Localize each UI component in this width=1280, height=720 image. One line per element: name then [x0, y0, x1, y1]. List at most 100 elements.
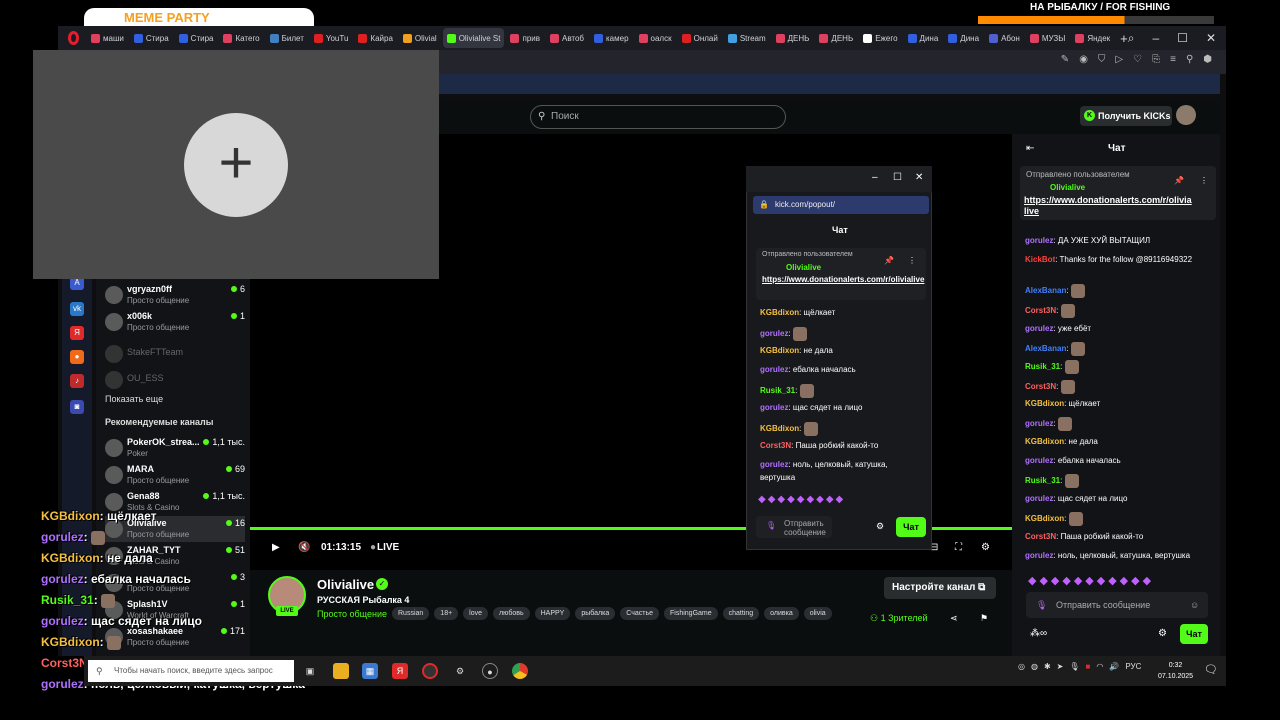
tag-chip[interactable]: olivia	[803, 607, 832, 620]
chat-username[interactable]: KickBot	[1025, 255, 1055, 264]
file-explorer-icon[interactable]	[333, 663, 349, 679]
maximize-icon[interactable]: ☐	[1177, 31, 1188, 46]
chat-username[interactable]: Rusik_31	[1025, 362, 1060, 371]
camera-icon[interactable]: ◉	[1079, 54, 1088, 65]
browser-tab[interactable]: Дина	[904, 28, 943, 48]
chat-username[interactable]: gorulez	[760, 329, 788, 338]
browser-tab[interactable]: Катего	[219, 28, 263, 48]
chat-username[interactable]: KGBdixon	[1025, 399, 1064, 408]
red-app-icon[interactable]: ■	[1086, 662, 1091, 671]
popout-send-input[interactable]: 🎙 Отправить сообщение	[756, 516, 832, 538]
menu-icon[interactable]: ≡	[1170, 54, 1176, 65]
pinned-link[interactable]: https://www.donationalerts.com/r/olivia …	[1024, 195, 1192, 217]
popout-pinned-user[interactable]: Olivialive	[786, 263, 821, 272]
discord-icon[interactable]: ◙	[70, 400, 84, 414]
chat-username[interactable]: gorulez	[760, 460, 788, 469]
popout-minimize-icon[interactable]: –	[872, 172, 878, 183]
browser-tab[interactable]: Билет	[266, 28, 308, 48]
add-plus-icon[interactable]: +	[184, 113, 288, 217]
browser-tab[interactable]: МУЗЫ	[1026, 28, 1069, 48]
tag-chip[interactable]: 18+	[434, 607, 459, 620]
user-avatar[interactable]	[1176, 105, 1196, 125]
browser-tab[interactable]: YouTu	[310, 28, 353, 48]
tag-chip[interactable]: FishingGame	[664, 607, 718, 620]
chat-username[interactable]: gorulez	[1025, 456, 1053, 465]
setup-channel-button[interactable]: Настройте канал ⧉	[884, 577, 996, 599]
tag-chip[interactable]: love	[463, 607, 489, 620]
chrome-icon[interactable]	[512, 663, 528, 679]
emoji-icon[interactable]: ☺	[1190, 592, 1199, 618]
pinned-user[interactable]: Olivialive	[1050, 183, 1085, 192]
popout-chat-button[interactable]: Чат	[896, 517, 926, 537]
chat-username[interactable]: KGBdixon	[760, 308, 799, 317]
account-icon[interactable]: ⚲	[1186, 54, 1193, 65]
popout-emote-bar[interactable]: ◆◆◆◆◆◆◆◆◆	[758, 494, 845, 505]
browser-tab[interactable]: Автоб	[546, 28, 588, 48]
chat-username[interactable]: gorulez	[1025, 494, 1053, 503]
search-input[interactable]: ⚲ Поиск	[530, 105, 786, 129]
chat-username[interactable]: gorulez	[1025, 236, 1053, 245]
search-tabs-icon[interactable]: ⌕	[1128, 31, 1135, 46]
sidebar-channel[interactable]: x006k Просто общение 1	[105, 309, 245, 335]
sidebar-channel[interactable]: PokerOK_strea... Poker 1,1 тыс.	[105, 435, 245, 461]
new-tab-button[interactable]: +	[1120, 31, 1128, 46]
close-icon[interactable]: ✕	[1206, 31, 1216, 46]
clock[interactable]: 0:32 07.10.2025	[1158, 660, 1193, 682]
popout-url-bar[interactable]: 🔒 kick.com/popout/	[753, 196, 929, 214]
sidebar-channel[interactable]: MARA Просто общение 69	[105, 462, 245, 488]
store-icon[interactable]: ▦	[362, 663, 378, 679]
chat-username[interactable]: AlexBanan	[1025, 286, 1066, 295]
browser-tab[interactable]: Абон	[985, 28, 1024, 48]
shield-icon[interactable]: ⛉	[1098, 54, 1106, 65]
headset-icon[interactable]: ◎	[1018, 662, 1025, 671]
chat-username[interactable]: gorulez	[1025, 324, 1053, 333]
tag-chip[interactable]: HAPPY	[534, 607, 571, 620]
chat-username[interactable]: Corst3N	[1025, 382, 1056, 391]
wifi-icon[interactable]: ◠	[1096, 662, 1103, 671]
taskbar-search[interactable]: ⚲ Чтобы начать поиск, введите здесь запр…	[88, 660, 294, 682]
chat-username[interactable]: gorulez	[1025, 419, 1053, 428]
emote-bar[interactable]: ◆◆◆◆◆◆◆◆◆◆◆	[1028, 574, 1154, 587]
chat-tools-icon[interactable]: ⁂∞	[1030, 628, 1047, 639]
music-icon[interactable]: ♪	[70, 374, 84, 388]
pin-icon[interactable]: 📌	[884, 256, 894, 265]
chat-username[interactable]: Corst3N	[760, 441, 791, 450]
chat-send-button[interactable]: Чат	[1180, 624, 1208, 644]
yandex-browser-icon[interactable]: Я	[392, 663, 408, 679]
extensions-icon[interactable]: ⬢	[1203, 54, 1212, 65]
settings-app-icon[interactable]: ⚙	[452, 663, 468, 679]
notifications-icon[interactable]: 🗨	[1204, 663, 1218, 676]
browser-tab[interactable]: Olivial	[399, 28, 441, 48]
chat-username[interactable]: Corst3N	[1025, 306, 1056, 315]
more-icon[interactable]: ⚑	[980, 613, 988, 624]
browser-tab[interactable]: Стира	[130, 28, 173, 48]
vk-icon[interactable]: vk	[70, 302, 84, 316]
minimize-icon[interactable]: –	[1152, 31, 1159, 46]
browser-tab[interactable]: Stream	[724, 28, 770, 48]
tag-chip[interactable]: рыбалка	[575, 607, 616, 620]
opera-logo-icon[interactable]	[68, 31, 80, 45]
edit-icon[interactable]: ✎	[1061, 54, 1069, 65]
pin-icon[interactable]: 📌	[1174, 176, 1184, 185]
chat-username[interactable]: gorulez	[760, 365, 788, 374]
obs-icon[interactable]: ●	[482, 663, 498, 679]
game-icon[interactable]: ●	[70, 350, 84, 364]
popout-pinned-link[interactable]: https://www.donationalerts.com/r/olivial…	[762, 275, 924, 284]
heart-icon[interactable]: ♡	[1133, 54, 1142, 65]
chat-settings-icon[interactable]: ⚙	[1158, 628, 1167, 639]
browser-tab[interactable]: ДЕНЬ	[815, 28, 857, 48]
chat-username[interactable]: KGBdixon	[760, 346, 799, 355]
volume-icon[interactable]: 🔊	[1109, 662, 1119, 671]
chat-username[interactable]: KGBdixon	[1025, 514, 1064, 523]
sidebar-channel[interactable]: vgryazn0ff Просто общение 6	[105, 282, 245, 308]
chat-send-input[interactable]: 🎙 Отправить сообщение ☺	[1026, 592, 1208, 618]
bluetooth-icon[interactable]: ✱	[1044, 662, 1051, 671]
browser-tab[interactable]: Ежего	[859, 28, 901, 48]
offline-channel[interactable]: OU_ESS	[105, 367, 245, 393]
chat-username[interactable]: AlexBanan	[1025, 344, 1066, 353]
browser-tab[interactable]: камер	[590, 28, 633, 48]
share-icon[interactable]: ⋖	[950, 613, 958, 624]
chat-username[interactable]: Rusik_31	[760, 386, 795, 395]
browser-tab[interactable]: Кайра	[354, 28, 396, 48]
offline-channel[interactable]: StakeFTTeam	[105, 341, 245, 367]
